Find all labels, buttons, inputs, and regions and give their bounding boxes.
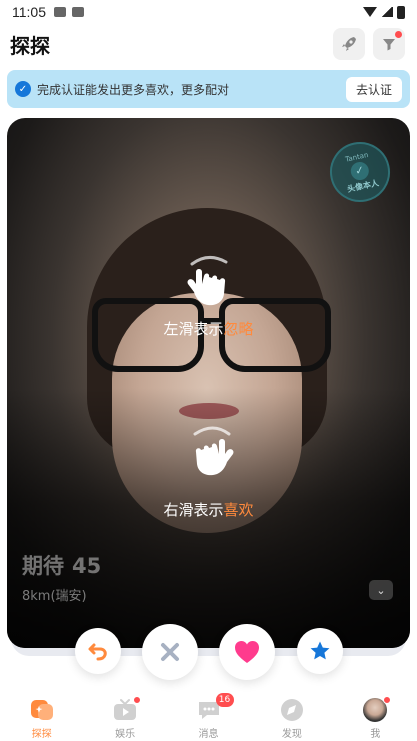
- undo-icon: [88, 643, 107, 661]
- swipe-left-hint-highlight: 忽略: [223, 320, 254, 338]
- unread-count-badge: 16: [215, 693, 234, 707]
- swipe-right-hint-highlight: 喜欢: [223, 501, 254, 519]
- tab-messages-label: 消息: [198, 729, 219, 740]
- notification-dot: [395, 31, 402, 38]
- verify-banner-text: 完成认证能发出更多喜欢，更多配对: [37, 82, 230, 97]
- undo-button[interactable]: [75, 628, 121, 674]
- status-bar: 11:05: [0, 0, 417, 24]
- verify-button[interactable]: 去认证: [345, 76, 402, 102]
- tab-entertainment-label: 娱乐: [115, 729, 136, 740]
- profile-name-line: 期待 45: [22, 550, 101, 580]
- status-right: [363, 5, 405, 19]
- tab-messages[interactable]: 16 消息: [167, 690, 250, 741]
- avatar-wrapper: [362, 696, 392, 722]
- profile-name: 期待: [22, 554, 64, 578]
- tab-discover[interactable]: 发现: [250, 690, 333, 741]
- profile-distance: 8km(瑞安): [22, 589, 87, 604]
- swipe-right-hand-icon: [193, 426, 234, 476]
- star-icon: [310, 641, 330, 660]
- swipe-right-hint: 右滑表示喜欢: [0, 499, 417, 520]
- dislike-button[interactable]: [142, 624, 198, 680]
- signal-icon: [381, 7, 393, 17]
- heart-icon: [235, 641, 259, 663]
- boost-button[interactable]: [333, 28, 365, 60]
- play-icon: [112, 696, 142, 722]
- notification-dot: [133, 696, 142, 704]
- tab-discover-label: 发现: [281, 729, 302, 740]
- explore-icon: [29, 698, 55, 722]
- like-button[interactable]: [219, 624, 275, 680]
- swipe-left-hint-prefix: 左滑表示: [163, 320, 224, 338]
- wifi-icon: [363, 7, 377, 17]
- super-like-button[interactable]: [297, 628, 343, 674]
- tab-me[interactable]: 我: [334, 690, 417, 741]
- header: 探探: [0, 24, 417, 64]
- page-title: 探探: [10, 33, 50, 58]
- swipe-right-hint-prefix: 右滑表示: [163, 501, 224, 519]
- image-notification-icon: [72, 7, 84, 17]
- profile-age: 45: [72, 554, 102, 578]
- swipe-left-hand-icon: [187, 256, 228, 306]
- compass-icon: [279, 698, 305, 722]
- bottom-tab-bar: 探探 娱乐 16 消息 发现 我: [0, 690, 417, 741]
- close-icon: [161, 643, 179, 661]
- status-time: 11:05: [12, 4, 46, 20]
- chat-icon: 16: [196, 693, 234, 722]
- notification-dot: [383, 696, 392, 704]
- filter-icon: [383, 39, 395, 51]
- badge-label: 头像本人: [346, 177, 380, 194]
- verify-banner[interactable]: ✓ 完成认证能发出更多喜欢，更多配对 去认证: [7, 70, 410, 108]
- battery-icon: [397, 5, 405, 19]
- tab-entertainment[interactable]: 娱乐: [83, 690, 166, 741]
- rocket-icon: [342, 37, 356, 51]
- app-notification-icon: [54, 7, 66, 17]
- tab-explore[interactable]: 探探: [0, 690, 83, 741]
- filter-button[interactable]: [373, 28, 405, 60]
- verified-check-icon: ✓: [15, 81, 31, 97]
- expand-profile-button[interactable]: ⌄: [369, 580, 393, 600]
- tab-me-label: 我: [370, 729, 381, 740]
- chevron-down-icon: ⌄: [376, 583, 386, 597]
- swipe-left-hint: 左滑表示忽略: [0, 318, 417, 339]
- tab-explore-label: 探探: [31, 729, 52, 740]
